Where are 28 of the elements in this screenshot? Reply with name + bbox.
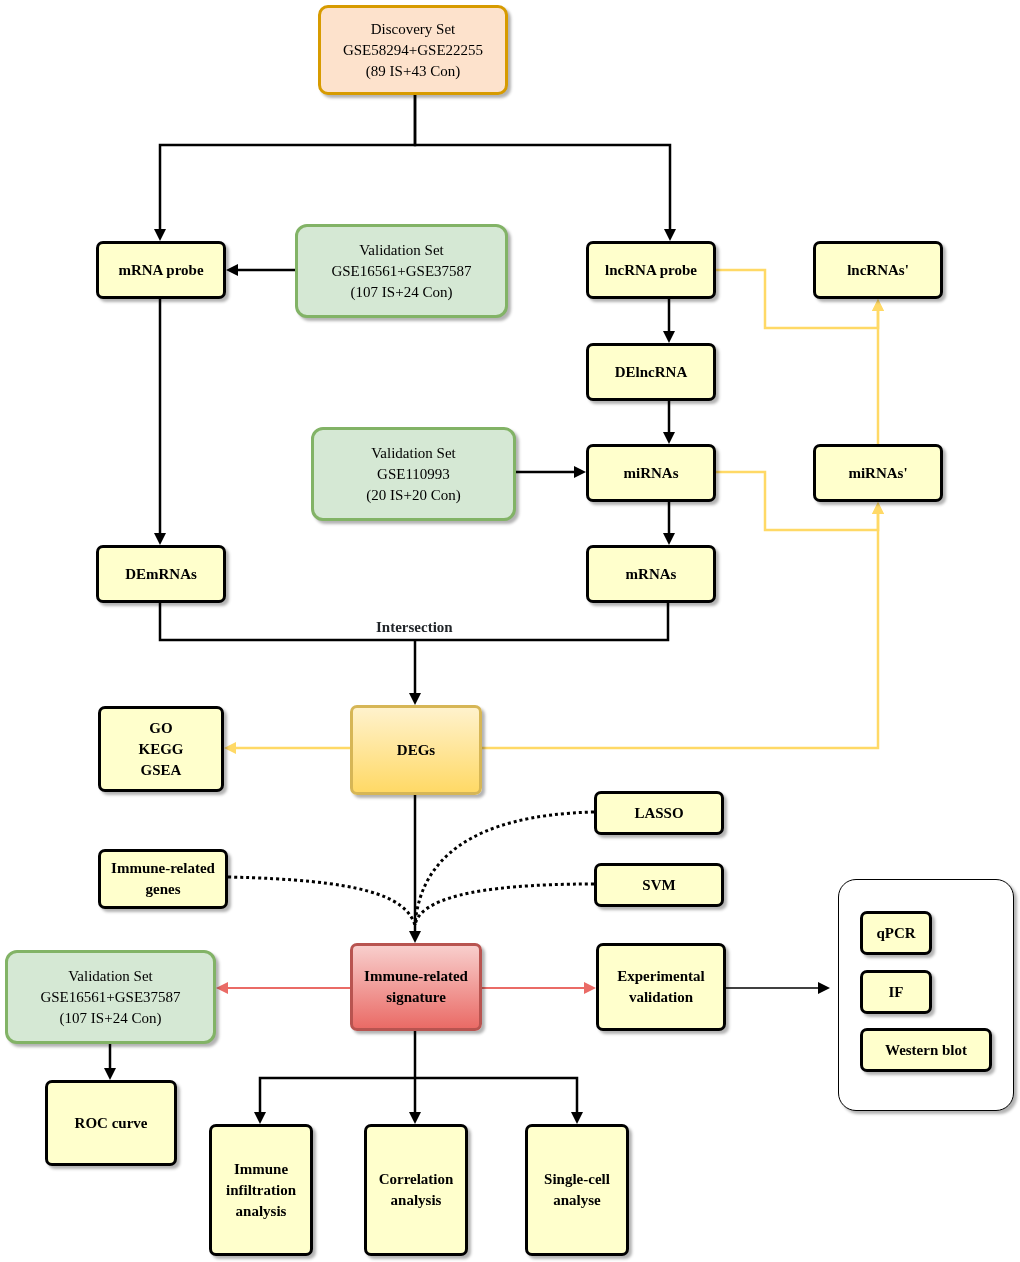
arrow xyxy=(409,640,421,705)
box-label: lncRNAs' xyxy=(847,260,909,280)
box-label: IF xyxy=(888,982,904,1002)
box-label: DEGs xyxy=(396,740,436,760)
box-label: Single-cell analyse xyxy=(544,1170,610,1210)
box-label: Immune infiltration analysis xyxy=(226,1159,296,1221)
box-label: Western blot xyxy=(884,1040,968,1060)
box-label: Correlation analysis xyxy=(378,1170,454,1210)
box-label: Validation Set GSE16561+GSE37587 (107 IS+24 Con) xyxy=(331,240,472,302)
box-label: LASSO xyxy=(634,803,684,823)
box-label: miRNAs xyxy=(623,463,679,483)
box-label: Immune-related signature xyxy=(364,967,468,1007)
box-label: Experimental validation xyxy=(617,967,705,1007)
box-label: DElncRNA xyxy=(614,362,688,382)
box-label: DEmRNAs xyxy=(125,564,197,584)
box-label: GO KEGG GSEA xyxy=(138,718,184,780)
box-label: ROC curve xyxy=(74,1113,148,1133)
box-label: miRNAs' xyxy=(848,463,908,483)
box-label: Validation Set GSE110993 (20 IS+20 Con) xyxy=(366,443,461,505)
box-label: mRNA probe xyxy=(118,260,204,280)
box-label: lncRNA probe xyxy=(605,260,697,280)
box-label: Validation Set GSE16561+GSE37587 (107 IS+24 Con) xyxy=(40,966,181,1028)
box-label: qPCR xyxy=(876,923,916,943)
box-label: mRNAs xyxy=(625,564,677,584)
edge-label: Intersection xyxy=(376,618,453,637)
box-label: SVM xyxy=(642,875,676,895)
box-label: Discovery Set GSE58294+GSE22255 (89 IS+43 Con) xyxy=(342,19,484,81)
box-label: Immune-related genes xyxy=(111,859,215,899)
